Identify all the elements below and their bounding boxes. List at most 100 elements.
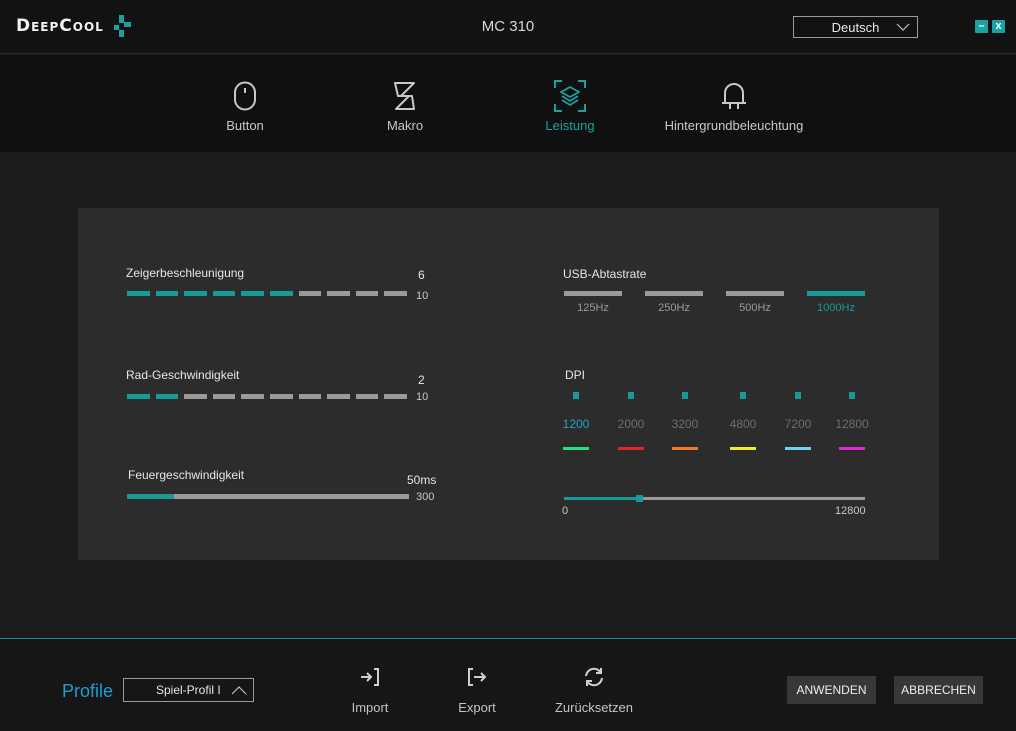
nav-tab-makro[interactable]: Makro	[325, 79, 485, 133]
footer-bar: Profile Spiel-Profil I Import Export Zur…	[0, 638, 1016, 731]
reset-label: Zurücksetzen	[554, 700, 634, 715]
dpi-slider[interactable]	[564, 495, 865, 502]
dpi-level-marker	[740, 392, 746, 399]
reset-button[interactable]: Zurücksetzen	[554, 664, 634, 715]
usb-rate-option-label: 125Hz	[577, 302, 609, 314]
dpi-color-swatch[interactable]	[563, 447, 589, 450]
dpi-level-6[interactable]: 12800	[830, 392, 874, 450]
usb-rate-option-125[interactable]: 125Hz	[564, 291, 622, 314]
dpi-color-swatch[interactable]	[730, 447, 756, 450]
nav-tab-leistung[interactable]: Leistung	[490, 79, 650, 133]
language-value: Deutsch	[831, 19, 880, 35]
minimize-button[interactable]: –	[975, 20, 988, 33]
fire-speed-max: 300	[416, 491, 435, 503]
mouse-icon	[234, 81, 256, 111]
level-segment[interactable]	[384, 291, 407, 296]
wheel-speed-value: 2	[418, 373, 425, 387]
dpi-level-2[interactable]: 2000	[609, 392, 653, 450]
main-nav: Button Makro Leistung Hintergrundbeleuch…	[0, 55, 1016, 152]
dpi-level-marker	[849, 392, 855, 399]
level-segment[interactable]	[269, 291, 293, 296]
level-segment[interactable]	[155, 291, 179, 296]
wheel-speed-slider[interactable]	[127, 394, 407, 399]
cancel-button[interactable]: ABBRECHEN	[894, 676, 983, 704]
dpi-level-3[interactable]: 3200	[663, 392, 707, 450]
pointer-accel-slider[interactable]	[127, 291, 407, 296]
apply-button[interactable]: ANWENDEN	[787, 676, 876, 704]
close-button[interactable]: x	[992, 20, 1005, 33]
refresh-icon	[585, 667, 603, 687]
dpi-level-value: 4800	[729, 417, 757, 431]
nav-tab-label: Button	[226, 118, 264, 133]
dpi-slider-max: 12800	[835, 505, 866, 517]
dpi-level-value: 7200	[784, 417, 812, 431]
usb-rate-option-1000[interactable]: 1000Hz	[807, 291, 865, 314]
dpi-label: DPI	[565, 368, 586, 382]
dpi-color-swatch[interactable]	[839, 447, 865, 450]
import-icon	[361, 668, 379, 686]
chevron-down-icon	[896, 23, 910, 31]
level-segment[interactable]	[241, 394, 264, 399]
fire-speed-value: 50ms	[407, 473, 437, 487]
pointer-accel-label: Zeigerbeschleunigung	[126, 266, 245, 280]
dpi-level-value: 3200	[671, 417, 699, 431]
fire-speed-slider[interactable]	[127, 494, 409, 499]
export-label: Export	[458, 700, 496, 715]
level-segment[interactable]	[298, 291, 322, 296]
chevron-up-icon	[231, 686, 247, 695]
pointer-accel-value: 6	[418, 268, 425, 282]
usb-rate-option-250[interactable]: 250Hz	[645, 291, 703, 314]
level-segment[interactable]	[269, 394, 293, 399]
level-segment[interactable]	[355, 291, 379, 296]
language-select[interactable]: Deutsch	[793, 16, 918, 38]
level-segment[interactable]	[298, 394, 322, 399]
dpi-color-swatch[interactable]	[672, 447, 698, 450]
performance-panel: Zeigerbeschleunigung 6 10 Rad-Geschwindi…	[78, 208, 939, 560]
level-segment[interactable]	[184, 291, 207, 296]
dpi-level-marker	[682, 392, 688, 399]
dpi-level-4[interactable]: 4800	[721, 392, 765, 450]
level-segment[interactable]	[241, 291, 264, 296]
level-segment[interactable]	[155, 394, 179, 399]
level-segment[interactable]	[384, 394, 407, 399]
usb-rate-option-500[interactable]: 500Hz	[726, 291, 784, 314]
export-icon	[468, 668, 487, 686]
dpi-level-value: 1200	[562, 417, 590, 431]
dpi-level-5[interactable]: 7200	[776, 392, 820, 450]
dpi-slider-thumb[interactable]	[636, 495, 644, 502]
level-segment[interactable]	[355, 394, 379, 399]
level-segment[interactable]	[127, 291, 150, 296]
usb-rate-option-label: 1000Hz	[817, 302, 855, 314]
dpi-level-marker	[573, 392, 579, 399]
level-segment[interactable]	[327, 394, 350, 399]
dpi-color-swatch[interactable]	[618, 447, 644, 450]
nav-tab-button[interactable]: Button	[165, 79, 325, 133]
macro-icon	[394, 82, 415, 110]
dpi-level-1[interactable]: 1200	[554, 392, 598, 450]
wheel-speed-label: Rad-Geschwindigkeit	[126, 368, 240, 382]
dpi-level-marker	[795, 392, 801, 399]
level-segment[interactable]	[184, 394, 207, 399]
level-segment[interactable]	[212, 291, 236, 296]
pointer-accel-max: 10	[416, 290, 429, 302]
dpi-slider-fill	[564, 497, 640, 500]
dpi-level-value: 2000	[617, 417, 645, 431]
import-button[interactable]: Import	[345, 664, 395, 715]
dpi-level-value: 12800	[835, 417, 869, 431]
profile-select[interactable]: Spiel-Profil I	[123, 678, 254, 702]
usb-rate-option-label: 500Hz	[739, 302, 771, 314]
nav-tab-label: Leistung	[545, 118, 595, 133]
dpi-level-marker	[628, 392, 634, 399]
fire-speed-fill	[127, 494, 175, 499]
level-segment[interactable]	[127, 394, 150, 399]
import-label: Import	[351, 700, 389, 715]
export-button[interactable]: Export	[452, 664, 502, 715]
profile-value: Spiel-Profil I	[156, 683, 221, 697]
dpi-color-swatch[interactable]	[785, 447, 811, 450]
dpi-slider-min: 0	[562, 505, 569, 517]
level-segment[interactable]	[327, 291, 350, 296]
nav-tab-hintergrundbeleuchtung[interactable]: Hintergrundbeleuchtung	[654, 79, 814, 133]
level-segment[interactable]	[212, 394, 236, 399]
light-bulb-icon	[722, 83, 746, 109]
usb-rate-label: USB-Abtastrate	[563, 267, 647, 281]
